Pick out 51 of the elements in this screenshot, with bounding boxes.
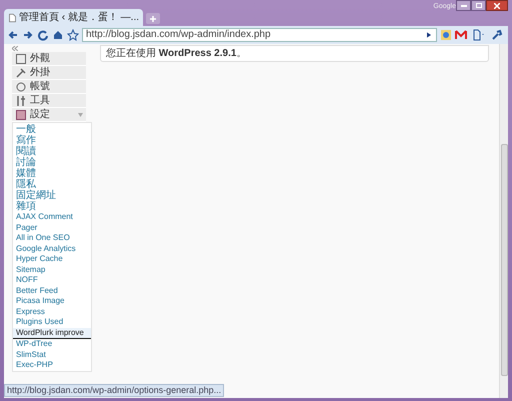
plus-icon: [150, 16, 156, 22]
reload-icon[interactable]: [37, 29, 49, 41]
go-icon[interactable]: [425, 31, 433, 39]
close-button[interactable]: [486, 0, 508, 11]
menu-item[interactable]: 外觀: [12, 52, 86, 66]
submenu-item[interactable]: 雜項: [13, 201, 91, 212]
page-icon: [8, 12, 17, 22]
submenu-item[interactable]: Google Analytics: [13, 244, 91, 254]
submenu-item[interactable]: WordPlurk improve: [13, 328, 91, 339]
submenu-item[interactable]: WP-dTree: [13, 339, 91, 350]
submenu-item[interactable]: 閱讀: [13, 146, 91, 157]
tools-icon: [15, 94, 27, 106]
submenu-item[interactable]: NOFF: [13, 275, 91, 286]
submenu-item[interactable]: All in One SEO: [13, 233, 91, 244]
window-icon: [15, 52, 27, 64]
plug-icon: [15, 66, 27, 78]
submenu-item[interactable]: Exec-PHP: [13, 360, 91, 370]
address-bar[interactable]: http://blog.jsdan.com/wp-admin/index.php: [82, 28, 437, 42]
menu-item[interactable]: 設定: [12, 108, 86, 122]
menu-item[interactable]: 帳號: [12, 80, 86, 94]
submenu-item[interactable]: Sitemap: [13, 264, 91, 275]
notice-text: 您正在使用 WordPress 2.9.1。: [106, 48, 246, 59]
browser-tab[interactable]: 管理首頁 ‹ 就是．蛋！ —...: [4, 9, 143, 26]
submenu-item[interactable]: Better Feed: [13, 286, 91, 296]
maximize-button[interactable]: [471, 0, 486, 11]
status-bar: http://blog.jsdan.com/wp-admin/options-general.php...: [4, 384, 224, 397]
tab-title: 管理首頁 ‹ 就是．蛋！ —...: [19, 12, 139, 23]
close-icon: [494, 2, 500, 8]
star-icon[interactable]: [67, 29, 79, 41]
submenu-item[interactable]: 寫作: [13, 135, 91, 146]
menu-item[interactable]: 工具: [12, 94, 86, 108]
collapse-icon[interactable]: [12, 46, 18, 51]
submenu-item[interactable]: Picasa Image Express: [13, 296, 91, 317]
submenu-item[interactable]: Plugins Used: [13, 317, 91, 328]
back-icon[interactable]: [7, 29, 19, 41]
submenu-item[interactable]: Hyper Cache: [13, 254, 91, 264]
submenu-item[interactable]: 隱私: [13, 179, 91, 190]
submenu-item[interactable]: 一般: [13, 124, 91, 135]
menu-item[interactable]: 外掛: [12, 66, 86, 80]
submenu-item[interactable]: SlimStat: [13, 350, 91, 360]
user-icon: [15, 80, 27, 92]
submenu-item[interactable]: AJAX Comment Pager: [13, 212, 91, 233]
mail-icon[interactable]: [455, 29, 467, 41]
minimize-button[interactable]: [456, 0, 471, 11]
settings-icon: [15, 108, 27, 120]
home-icon[interactable]: [52, 29, 64, 41]
extension-icon[interactable]: [440, 29, 452, 41]
forward-icon[interactable]: [22, 29, 34, 41]
submenu-item[interactable]: 固定網址: [13, 190, 91, 201]
submenu-item[interactable]: 媒體: [13, 168, 91, 179]
submenu-item[interactable]: 討論: [13, 157, 91, 168]
